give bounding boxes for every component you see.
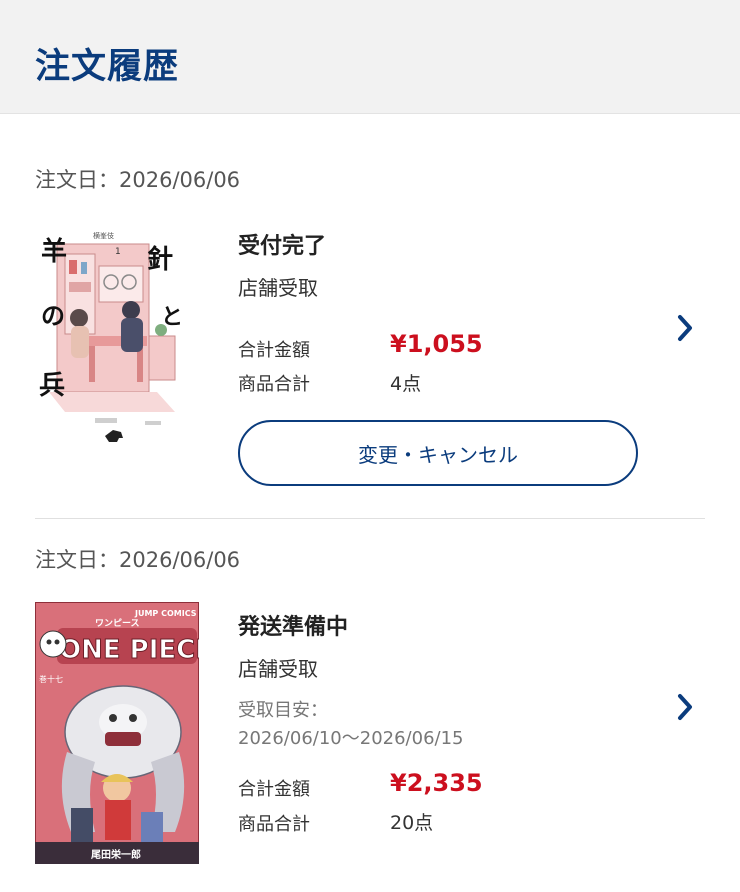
svg-text:の: の [41,302,65,330]
order-date: 注文日：2026/06/06 [35,168,241,192]
svg-text:巻十七: 巻十七 [39,674,63,684]
order-divider [35,518,705,519]
pickup-eta-range: 2026/06/10〜2026/06/15 [238,728,464,749]
change-cancel-button[interactable]: 変更・キャンセル [238,420,638,486]
total-price: ¥2,335 [390,769,483,797]
svg-text:羊: 羊 [41,236,67,267]
svg-text:ワンピース: ワンピース [95,617,140,629]
chevron-right-glyph [678,694,692,720]
item-count-label: 商品合計 [238,814,310,835]
order-date: 注文日：2026/06/06 [35,548,241,572]
total-label: 合計金額 [238,340,310,361]
item-count-label: 商品合計 [238,374,310,395]
svg-text:横峯伎: 横峯伎 [93,231,114,240]
book-cover-image[interactable]: 羊 の 兵 針 と 横峯伎 1 [35,226,199,454]
chevron-right-icon[interactable] [668,311,702,345]
pickup-eta-label: 受取目安： [238,700,328,721]
svg-text:JUMP COMICS: JUMP COMICS [134,609,197,618]
order-status: 受付完了 [238,234,327,259]
page-header: 注文履歴 [0,0,740,114]
item-count: 20点 [390,812,434,834]
page-title: 注文履歴 [35,47,180,87]
pickup-method: 店舗受取 [238,276,318,300]
order-status: 発送準備中 [238,615,349,640]
svg-text:針: 針 [147,244,173,275]
item-count: 4点 [390,373,422,395]
total-price: ¥1,055 [390,330,483,358]
svg-text:と: と [161,305,183,330]
chevron-right-glyph [678,315,692,341]
pickup-method: 店舗受取 [238,657,318,681]
book-cover-image[interactable]: JUMP COMICS ワンピース ONE PIECE 巻十七 尾田栄一郎 [35,602,199,864]
total-label: 合計金額 [238,779,310,800]
svg-text:尾田栄一郎: 尾田栄一郎 [91,848,141,861]
book-cover-art: 羊 の 兵 針 と 横峯伎 1 [35,226,199,454]
svg-text:ONE PIECE: ONE PIECE [59,635,199,665]
svg-text:兵: 兵 [39,371,65,401]
book-cover-art: JUMP COMICS ワンピース ONE PIECE 巻十七 尾田栄一郎 [35,602,199,864]
chevron-right-icon[interactable] [668,690,702,724]
svg-text:1: 1 [115,247,121,257]
